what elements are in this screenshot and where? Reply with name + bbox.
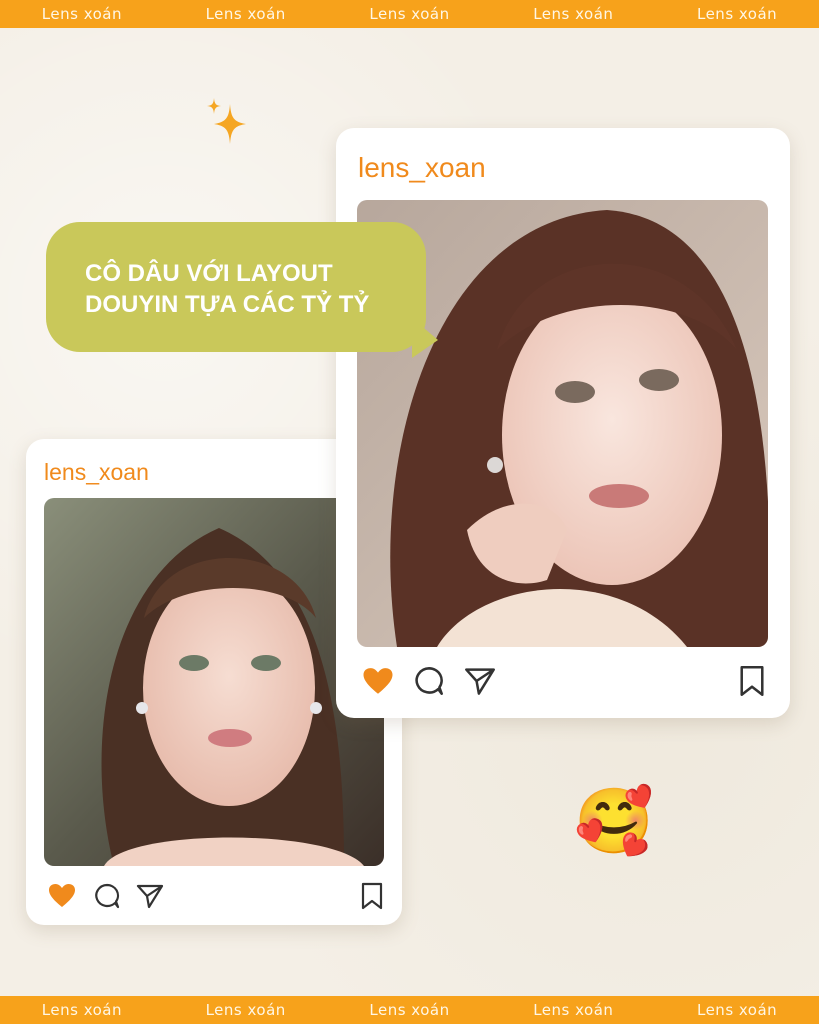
sparkle-icon (200, 98, 250, 162)
bottom-brand-band: Lens xoán Lens xoán Lens xoán Lens xoán … (0, 996, 819, 1024)
post-username[interactable]: lens_xoan (358, 152, 486, 184)
top-brand-band: Lens xoán Lens xoán Lens xoán Lens xoán … (0, 0, 819, 28)
post-actions (362, 664, 766, 698)
brand-logo: Lens xoán (533, 5, 614, 23)
brand-logo: Lens xoán (696, 5, 778, 23)
headline-line-1: CÔ DÂU VỚI LAYOUT (85, 260, 333, 287)
share-icon[interactable] (136, 883, 164, 909)
heart-icon[interactable] (362, 667, 394, 696)
bookmark-icon[interactable] (360, 882, 384, 910)
brand-logo: Lens xoán (696, 1001, 778, 1019)
headline-line-2: DOUYIN TỰA CÁC TỶ TỶ (85, 291, 370, 318)
headline-text: CÔ DÂU VỚI LAYOUT DOUYIN TỰA CÁC TỶ TỶ (85, 258, 415, 320)
headline-bubble-tail (412, 318, 438, 358)
post-photo[interactable] (44, 498, 384, 866)
comment-icon[interactable] (414, 666, 444, 696)
post-actions (48, 882, 384, 910)
brand-logo: Lens xoán (41, 1001, 122, 1019)
comment-icon[interactable] (94, 883, 120, 909)
share-icon[interactable] (464, 666, 496, 696)
brand-logo: Lens xoán (205, 1001, 286, 1019)
heart-icon[interactable] (48, 883, 76, 909)
brand-logo: Lens xoán (369, 1001, 450, 1019)
brand-logo: Lens xoán (369, 5, 450, 23)
brand-logo: Lens xoán (533, 1001, 614, 1019)
bookmark-icon[interactable] (738, 665, 766, 697)
smiling-hearts-emoji: 🥰 (574, 785, 654, 859)
post-card-main: lens_xoan (336, 128, 790, 718)
brand-logo: Lens xoán (205, 5, 286, 23)
brand-logo: Lens xoán (41, 5, 122, 23)
post-username[interactable]: lens_xoan (44, 459, 149, 486)
